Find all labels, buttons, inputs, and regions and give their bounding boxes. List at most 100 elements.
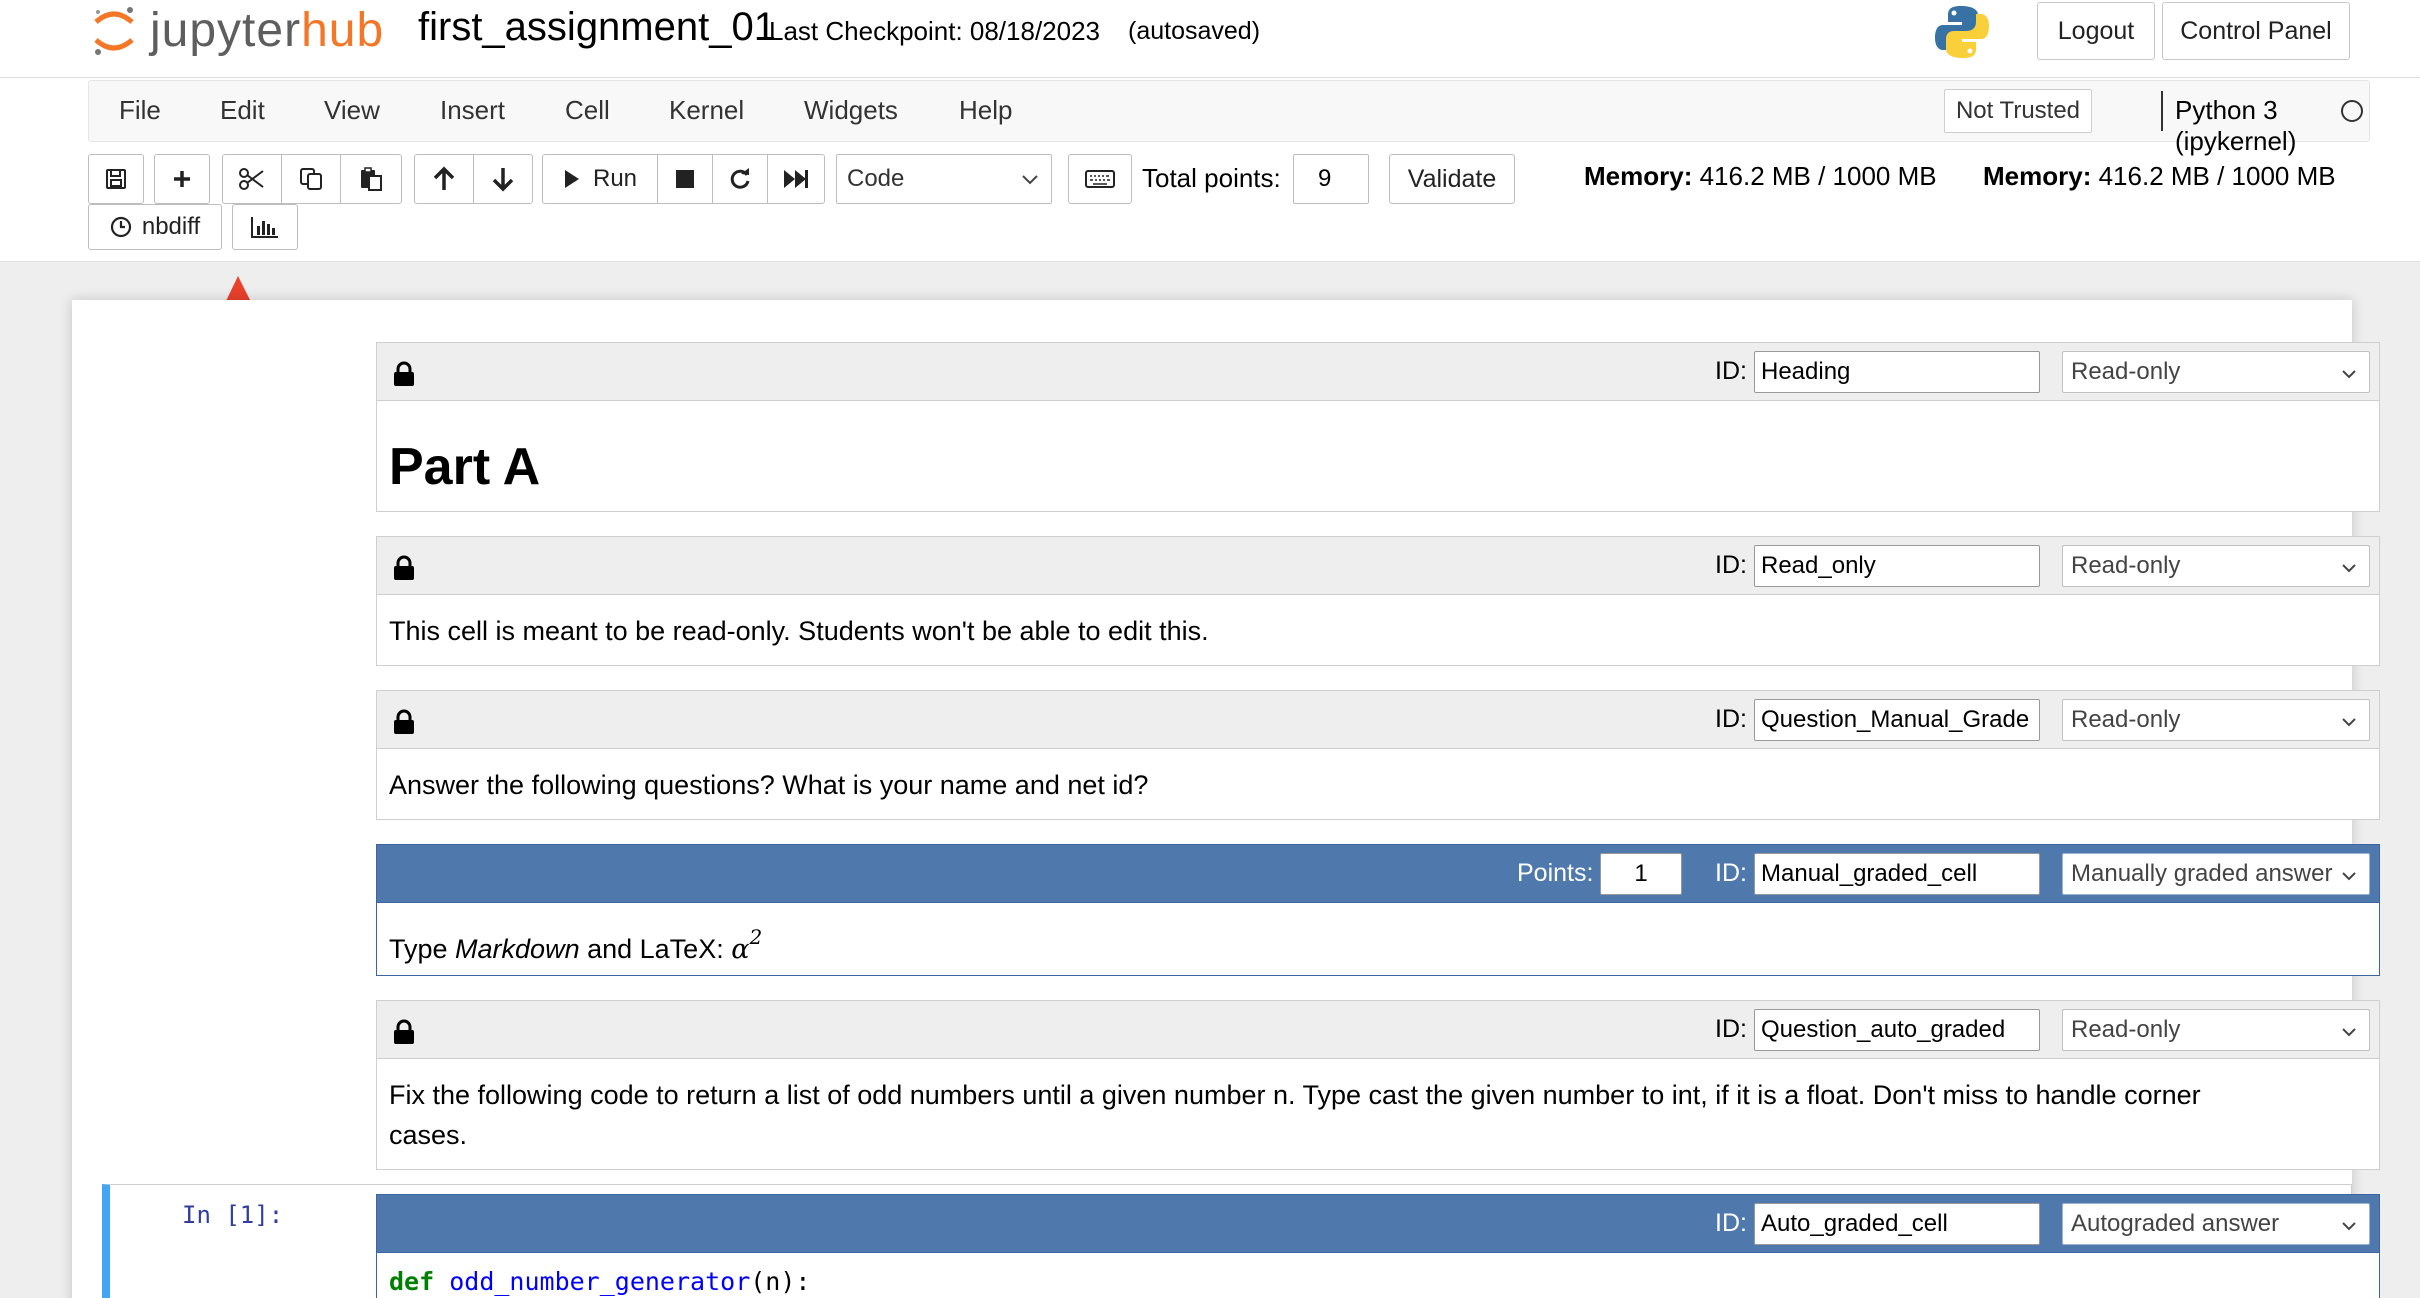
cell-toolbar: ID: Question_auto_graded Read-only (377, 1001, 2379, 1059)
move-down-button[interactable] (473, 154, 533, 204)
not-trusted-button[interactable]: Not Trusted (1944, 89, 2092, 133)
insert-cell-button[interactable] (154, 154, 210, 204)
id-label: ID: (1715, 1209, 1747, 1237)
menu-file[interactable]: File (119, 95, 161, 126)
latex-alpha: α (731, 934, 750, 965)
cell-id-input[interactable]: Read_only (1754, 545, 2040, 587)
run-button[interactable]: Run (542, 154, 658, 204)
total-points-field[interactable]: 9 (1293, 154, 1369, 204)
cell-role-select[interactable]: Manually graded answer (2062, 853, 2370, 895)
cell-read-only[interactable]: ID: Read_only Read-only This cell is mea… (376, 536, 2380, 666)
bar-chart-button[interactable] (232, 204, 298, 250)
lock-icon (393, 1019, 415, 1050)
memory-usage-2: Memory: 416.2 MB / 1000 MB (1983, 161, 2336, 192)
save-button[interactable] (88, 154, 144, 204)
cell-question-manual-grade[interactable]: ID: Question_Manual_Grade Read-only Answ… (376, 690, 2380, 820)
cell-role-select[interactable]: Autograded answer (2062, 1203, 2370, 1245)
cell-question-auto-graded[interactable]: ID: Question_auto_graded Read-only Fix t… (376, 1000, 2380, 1170)
logo-word-hub: hub (301, 3, 385, 57)
chevron-down-icon (1019, 168, 1041, 197)
cell-auto-graded[interactable]: ID: Auto_graded_cell Autograded answer d… (376, 1194, 2380, 1298)
id-label: ID: (1715, 357, 1747, 385)
lock-icon (393, 555, 415, 586)
notebook-name[interactable]: first_assignment_01 (418, 5, 776, 50)
cell-id-input[interactable]: Heading (1754, 351, 2040, 393)
cell-role-value: Read-only (2071, 1016, 2181, 1043)
run-label: Run (592, 165, 638, 192)
cell-role-value: Read-only (2071, 358, 2181, 385)
copy-icon (298, 166, 324, 192)
lock-icon (393, 709, 415, 740)
menu-kernel[interactable]: Kernel (669, 95, 744, 126)
cell-text-line-2: cases. (389, 1120, 468, 1150)
scissors-icon (238, 167, 266, 191)
nbdiff-button[interactable]: nbdiff (88, 204, 222, 250)
interrupt-button[interactable] (657, 154, 713, 204)
text-type: Type (389, 934, 456, 964)
menu-widgets[interactable]: Widgets (804, 95, 898, 126)
paste-button[interactable] (340, 154, 402, 204)
cell-role-select[interactable]: Read-only (2062, 351, 2370, 393)
cell-role-select[interactable]: Read-only (2062, 545, 2370, 587)
restart-button[interactable] (712, 154, 768, 204)
points-label: Points: (1517, 859, 1594, 887)
cell-id-input[interactable]: Manual_graded_cell (1754, 853, 2040, 895)
points-input[interactable]: 1 (1600, 853, 1682, 895)
move-up-button[interactable] (414, 154, 474, 204)
control-panel-button[interactable]: Control Panel (2162, 2, 2350, 60)
menu-help[interactable]: Help (959, 95, 1012, 126)
save-icon (104, 167, 128, 191)
clock-icon (110, 216, 132, 238)
copy-button[interactable] (281, 154, 341, 204)
logo-word-jupyter: jupyter (150, 3, 302, 57)
cut-button[interactable] (222, 154, 282, 204)
kernel-name[interactable]: Python 3 (ipykernel) (2175, 95, 2369, 157)
code-editor[interactable]: def odd_number_generator(n): (389, 1267, 810, 1296)
cell-id-input[interactable]: Question_auto_graded (1754, 1009, 2040, 1051)
id-label: ID: (1715, 551, 1747, 579)
cell-text: Type Markdown and LaTeX: α2 (389, 917, 762, 970)
cell-role-select[interactable]: Read-only (2062, 1009, 2370, 1051)
id-label: ID: (1715, 1015, 1747, 1043)
id-label: ID: (1715, 705, 1747, 733)
command-palette-button[interactable] (1068, 154, 1132, 204)
logout-button[interactable]: Logout (2037, 2, 2155, 60)
input-prompt: In [1]: (182, 1201, 284, 1229)
notebook-container: ID: Heading Read-only Part A ID: Read_on… (72, 300, 2380, 1298)
cell-type-select[interactable]: Code (836, 154, 1052, 204)
cell-heading[interactable]: ID: Heading Read-only Part A (376, 342, 2380, 512)
validate-button[interactable]: Validate (1389, 154, 1515, 204)
cell-manual-graded[interactable]: Points: 1 ID: Manual_graded_cell Manuall… (376, 844, 2380, 976)
arrow-down-icon (491, 166, 515, 192)
fast-forward-icon (783, 169, 809, 189)
cell-id-input[interactable]: Question_Manual_Grade (1754, 699, 2040, 741)
menu-view[interactable]: View (324, 95, 380, 126)
chevron-down-icon (2339, 1215, 2359, 1243)
stop-icon (675, 169, 695, 189)
id-label: ID: (1715, 859, 1747, 887)
jupyter-logo-icon (92, 2, 136, 58)
jupyterhub-logo[interactable]: jupyter hub (92, 2, 384, 58)
paste-icon (358, 166, 384, 192)
code-args: (n): (750, 1267, 811, 1296)
cell-role-value: Read-only (2071, 552, 2181, 579)
memory-label: Memory: (1584, 161, 1693, 191)
cell-text-line-1: Fix the following code to return a list … (389, 1080, 2201, 1110)
cell-role-select[interactable]: Read-only (2062, 699, 2370, 741)
chevron-down-icon (2339, 363, 2359, 391)
menubar: File Edit View Insert Cell Kernel Widget… (88, 80, 2370, 156)
menu-insert[interactable]: Insert (440, 95, 505, 126)
memory-value: 416.2 MB / 1000 MB (1699, 161, 1937, 191)
keyboard-icon (1085, 169, 1115, 189)
top-bar: jupyter hub first_assignment_01 Last Che… (0, 0, 2420, 78)
cell-id-input[interactable]: Auto_graded_cell (1754, 1203, 2040, 1245)
kernel-idle-indicator-icon (2341, 100, 2363, 122)
menu-edit[interactable]: Edit (220, 95, 265, 126)
memory-value: 416.2 MB / 1000 MB (2098, 161, 2336, 191)
restart-icon (728, 167, 752, 191)
autosave-status: (autosaved) (1128, 17, 1261, 45)
restart-run-all-button[interactable] (767, 154, 825, 204)
menu-cell[interactable]: Cell (565, 95, 610, 126)
memory-label: Memory: (1983, 161, 2092, 191)
last-checkpoint: Last Checkpoint: 08/18/2023 (769, 16, 1101, 46)
